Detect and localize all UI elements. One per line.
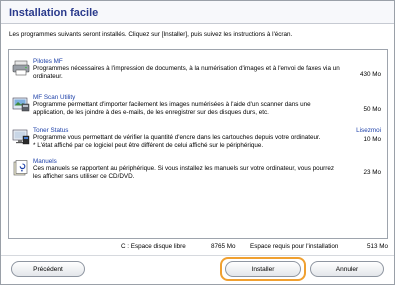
install-button[interactable]: Installer [225,261,301,277]
item-name: Pilotes MF [33,58,63,65]
item-name: MF Scan Utility [33,94,76,101]
item-size: 23 Mo [363,169,381,176]
intro-text: Les programmes suivants seront installés… [9,31,293,38]
previous-button[interactable]: Précédent [11,261,85,277]
program-list: Pilotes MF Programmes nécessaires à l'im… [8,49,388,239]
item-description: Programme vous permettant de vérifier la… [33,134,343,150]
installer-window: Installation facile Les programmes suiva… [0,0,395,285]
item-name: Toner Status [33,127,69,134]
list-item-manuels: Manuels Ces manuels se rapportent au pér… [9,158,387,188]
toner-status-icon [12,129,30,145]
manuals-icon [13,160,28,176]
readme-link[interactable]: Lisezmoi [356,127,381,134]
page-title: Installation facile [9,7,99,19]
cancel-button[interactable]: Annuler [310,261,384,277]
footer-divider [1,255,394,256]
list-item-toner-status: Toner Status Programme vous permettant d… [9,127,387,157]
free-space-label: C : Espace disque libre [121,243,186,250]
title-divider [1,23,394,24]
item-size: 10 Mo [363,136,381,143]
required-space-label: Espace requis pour l'installation [250,243,339,250]
item-description: Programmes nécessaires à l'impression de… [33,65,340,80]
free-space-value: 8765 Mo [211,243,236,250]
item-size: 430 Mo [359,71,381,78]
item-note: * L'état affiché par ce logiciel peut êt… [33,141,264,149]
scan-utility-icon [12,97,30,112]
item-name: Manuels [33,158,57,165]
list-item-pilotes-mf: Pilotes MF Programmes nécessaires à l'im… [9,58,387,88]
item-size: 50 Mo [363,106,381,113]
printer-driver-icon [12,60,30,76]
item-description: Ces manuels se rapportent au périphériqu… [33,165,335,180]
required-space-value: 513 Mo [367,243,389,250]
list-item-mf-scan-utility: MF Scan Utility Programme permettant d'i… [9,94,387,124]
item-description: Programme permettant d'importer facileme… [33,101,311,116]
item-description-text: Programme vous permettant de vérifier la… [33,134,321,141]
